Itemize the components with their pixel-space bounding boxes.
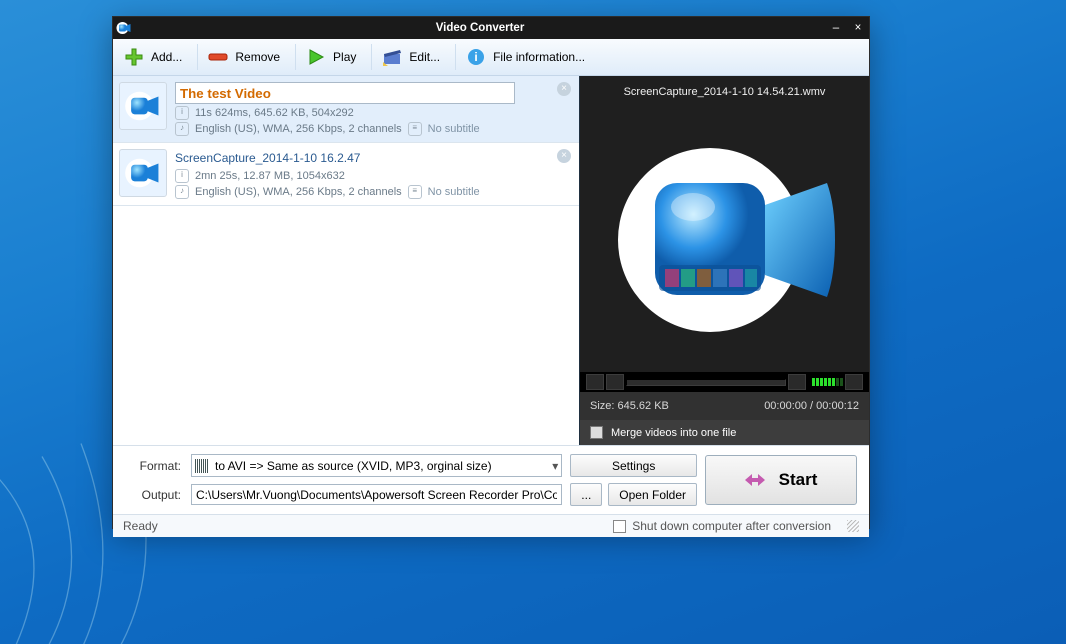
volume-indicator bbox=[812, 378, 843, 386]
add-label: Add... bbox=[151, 50, 182, 64]
preview-meta: Size: 645.62 KB 00:00:00 / 00:00:12 bbox=[580, 392, 869, 420]
item-subtitle: No subtitle bbox=[428, 123, 480, 135]
play-button[interactable]: Play bbox=[301, 42, 366, 72]
start-icon bbox=[745, 470, 767, 490]
plus-icon bbox=[123, 46, 145, 68]
audio-mini-icon: ♪ bbox=[175, 185, 189, 199]
merge-label: Merge videos into one file bbox=[611, 427, 736, 439]
remove-item-button[interactable]: × bbox=[557, 149, 571, 163]
preview-fullscreen-button[interactable] bbox=[845, 374, 863, 390]
settings-button[interactable]: Settings bbox=[570, 454, 697, 477]
film-icon bbox=[195, 459, 209, 473]
item-title-input[interactable] bbox=[175, 82, 515, 104]
preview-play-button[interactable] bbox=[586, 374, 604, 390]
item-audio: English (US), WMA, 256 Kbps, 2 channels bbox=[195, 186, 402, 198]
item-audio: English (US), WMA, 256 Kbps, 2 channels bbox=[195, 123, 402, 135]
info-icon: i bbox=[465, 46, 487, 68]
remove-label: Remove bbox=[235, 50, 280, 64]
preview-time: 00:00:00 / 00:00:12 bbox=[764, 400, 859, 412]
start-button[interactable]: Start bbox=[705, 455, 857, 505]
preview-title: ScreenCapture_2014-1-10 14.54.21.wmv bbox=[580, 76, 869, 108]
play-icon bbox=[305, 46, 327, 68]
item-specs: 2mn 25s, 12.87 MB, 1054x632 bbox=[195, 170, 345, 182]
item-subtitle: No subtitle bbox=[428, 186, 480, 198]
status-bar: Ready Shut down computer after conversio… bbox=[113, 514, 869, 537]
preview-seek-slider[interactable] bbox=[626, 379, 786, 386]
svg-text:i: i bbox=[474, 50, 477, 64]
minus-icon bbox=[207, 46, 229, 68]
main-area: i 11s 624ms, 645.62 KB, 504x292 ♪ Englis… bbox=[113, 76, 869, 445]
chevron-down-icon: ▾ bbox=[552, 459, 558, 473]
thumbnail bbox=[119, 82, 167, 130]
preview-image bbox=[580, 108, 869, 372]
play-label: Play bbox=[333, 50, 356, 64]
thumbnail bbox=[119, 149, 167, 197]
preview-mute-button[interactable] bbox=[788, 374, 806, 390]
merge-checkbox[interactable] bbox=[590, 426, 603, 439]
audio-mini-icon: ♪ bbox=[175, 122, 189, 136]
output-path-input[interactable] bbox=[191, 484, 562, 505]
start-label: Start bbox=[779, 470, 818, 490]
titlebar: Video Converter – × bbox=[113, 17, 869, 39]
open-folder-button[interactable]: Open Folder bbox=[608, 483, 697, 506]
list-item[interactable]: ScreenCapture_2014-1-10 16.2.47 i 2mn 25… bbox=[113, 143, 579, 206]
toolbar: Add... Remove Play Edit... i bbox=[113, 39, 869, 76]
info-mini-icon: i bbox=[175, 169, 189, 183]
fileinfo-label: File information... bbox=[493, 50, 585, 64]
browse-button[interactable]: ... bbox=[570, 483, 602, 506]
output-form: Format: to AVI => Same as source (XVID, … bbox=[113, 445, 869, 514]
remove-item-button[interactable]: × bbox=[557, 82, 571, 96]
resize-grip[interactable] bbox=[847, 520, 859, 532]
status-text: Ready bbox=[123, 519, 158, 533]
info-mini-icon: i bbox=[175, 106, 189, 120]
preview-stop-button[interactable] bbox=[606, 374, 624, 390]
subtitle-mini-icon: ≡ bbox=[408, 122, 422, 136]
format-label: Format: bbox=[125, 459, 183, 473]
output-label: Output: bbox=[125, 488, 183, 502]
subtitle-mini-icon: ≡ bbox=[408, 185, 422, 199]
format-value: to AVI => Same as source (XVID, MP3, org… bbox=[215, 459, 492, 473]
preview-size: Size: 645.62 KB bbox=[590, 400, 669, 412]
fileinfo-button[interactable]: i File information... bbox=[461, 42, 595, 72]
app-icon bbox=[113, 21, 135, 35]
minimize-button[interactable]: – bbox=[825, 17, 847, 39]
list-item[interactable]: i 11s 624ms, 645.62 KB, 504x292 ♪ Englis… bbox=[113, 76, 579, 143]
item-title: ScreenCapture_2014-1-10 16.2.47 bbox=[175, 149, 575, 167]
edit-button[interactable]: Edit... bbox=[377, 42, 450, 72]
close-button[interactable]: × bbox=[847, 17, 869, 39]
shutdown-label: Shut down computer after conversion bbox=[632, 519, 831, 533]
remove-button[interactable]: Remove bbox=[203, 42, 290, 72]
add-button[interactable]: Add... bbox=[119, 42, 192, 72]
preview-controls bbox=[580, 372, 869, 392]
merge-row: Merge videos into one file bbox=[580, 420, 869, 445]
window-title: Video Converter bbox=[135, 22, 825, 34]
file-list: i 11s 624ms, 645.62 KB, 504x292 ♪ Englis… bbox=[113, 76, 580, 445]
app-window: Video Converter – × Add... Remove Play bbox=[112, 16, 870, 529]
edit-label: Edit... bbox=[409, 50, 440, 64]
item-specs: 11s 624ms, 645.62 KB, 504x292 bbox=[195, 107, 354, 119]
clapper-icon bbox=[381, 46, 403, 68]
format-select[interactable]: to AVI => Same as source (XVID, MP3, org… bbox=[191, 454, 562, 477]
preview-pane: ScreenCapture_2014-1-10 14.54.21.wmv bbox=[580, 76, 869, 445]
shutdown-checkbox[interactable] bbox=[613, 520, 626, 533]
